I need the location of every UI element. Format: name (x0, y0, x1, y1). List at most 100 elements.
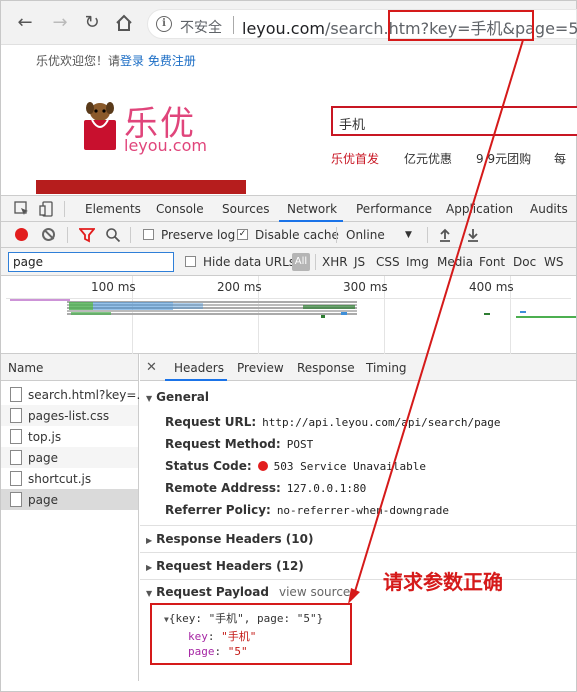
request-list: search.html?key=... pages-list.css top.j… (1, 381, 148, 681)
filter-media[interactable]: Media (437, 255, 473, 269)
tab-elements[interactable]: Elements (85, 202, 141, 216)
preserve-log-checkbox[interactable] (143, 229, 154, 240)
info-icon[interactable]: i (156, 16, 172, 32)
general-row: Remote Address: 127.0.0.1:80 (165, 481, 366, 495)
section-divider (140, 579, 576, 580)
clear-icon[interactable] (42, 228, 55, 241)
file-icon (10, 387, 22, 402)
filter-input[interactable]: page (8, 252, 174, 272)
forward-arrow-icon[interactable]: → (50, 13, 70, 33)
request-name: pages-list.css (28, 409, 110, 423)
general-key: Request URL: (165, 415, 257, 429)
general-key: Referrer Policy: (165, 503, 271, 517)
device-toolbar-icon[interactable] (39, 201, 55, 220)
tab-timing[interactable]: Timing (366, 361, 407, 375)
reload-icon[interactable]: ↻ (82, 13, 102, 33)
toolbar-divider (427, 227, 428, 243)
record-icon[interactable] (15, 228, 28, 241)
general-row: Request URL: http://api.leyou.com/api/sea… (165, 415, 501, 429)
request-row[interactable]: search.html?key=... (1, 384, 148, 405)
file-icon (10, 408, 22, 423)
payload-summary-row[interactable]: ▼{key: "手机", page: "5"} (164, 610, 323, 626)
tab-headers[interactable]: Headers (174, 361, 224, 375)
throttle-select[interactable]: Online (346, 228, 385, 242)
tab-response[interactable]: Response (297, 361, 355, 375)
back-arrow-icon[interactable]: ← (15, 13, 35, 33)
preserve-log-label: Preserve log (161, 228, 236, 242)
tab-network[interactable]: Network (287, 202, 337, 216)
filter-xhr[interactable]: XHR (322, 255, 348, 269)
hot-link-coupon[interactable]: 亿元优惠 (404, 150, 452, 167)
request-row[interactable]: page (1, 447, 138, 468)
general-key: Remote Address: (165, 481, 281, 495)
filter-ws[interactable]: WS (544, 255, 563, 269)
request-name: page (28, 451, 58, 465)
hide-data-urls-checkbox[interactable] (185, 256, 196, 267)
request-payload-title: Request Payload (156, 585, 269, 599)
filter-img[interactable]: Img (406, 255, 429, 269)
request-name: search.html?key=... (28, 388, 148, 402)
request-payload-toggle[interactable]: ▼ Request Payload (146, 585, 269, 599)
filter-js[interactable]: JS (354, 255, 365, 269)
inspect-element-icon[interactable] (14, 201, 30, 220)
toolbar-divider (67, 227, 68, 243)
annotation-label: 请求参数正确 (383, 570, 503, 594)
hot-link-more[interactable]: 每 (554, 150, 566, 167)
payload-row: key: "手机" (188, 630, 257, 643)
register-link[interactable]: 免费注册 (148, 54, 196, 68)
collapsed-triangle-icon: ▶ (146, 536, 153, 545)
tab-console[interactable]: Console (156, 202, 204, 216)
response-headers-toggle[interactable]: ▶ Response Headers (10) (146, 532, 313, 546)
request-row-selected[interactable]: page (1, 489, 138, 510)
timeline-tick-label: 300 ms (343, 280, 388, 294)
category-nav-bar (36, 180, 246, 194)
general-value: http://api.leyou.com/api/search/page (262, 416, 501, 429)
close-icon[interactable]: ✕ (146, 360, 157, 375)
view-source-link[interactable]: view source (279, 585, 350, 599)
filter-css[interactable]: CSS (376, 255, 400, 269)
disable-cache-checkbox[interactable]: ✓ (237, 229, 248, 240)
filter-all-button[interactable]: All (292, 253, 310, 271)
request-list-header[interactable]: Name (1, 354, 139, 381)
home-icon[interactable] (114, 13, 134, 33)
export-har-icon[interactable] (466, 227, 480, 246)
general-value: 127.0.0.1:80 (286, 482, 367, 495)
file-icon (10, 471, 22, 486)
file-icon (10, 429, 22, 444)
general-row: Status Code: 503 Service Unavailable (165, 459, 426, 473)
import-har-icon[interactable] (438, 227, 452, 246)
logo-icon[interactable] (82, 100, 118, 152)
network-overview[interactable]: 100 ms 200 ms 300 ms 400 ms (1, 276, 576, 354)
chevron-down-icon[interactable]: ▼ (405, 230, 412, 240)
login-link[interactable]: 登录 (120, 54, 144, 68)
search-icon[interactable] (105, 227, 121, 246)
devtools-tab-strip: Elements Console Sources Network Perform… (1, 195, 576, 222)
timeline-tick-label: 100 ms (91, 280, 136, 294)
general-section-toggle[interactable]: ▼ General (146, 390, 209, 404)
payload-row: page: "5" (188, 645, 248, 658)
site-search-input[interactable]: 手机 (331, 106, 577, 136)
request-headers-toggle[interactable]: ▶ Request Headers (12) (146, 559, 304, 573)
section-divider (140, 525, 576, 526)
filter-icon[interactable] (78, 227, 96, 246)
request-row[interactable]: top.js (1, 426, 138, 447)
toolbar-divider (130, 227, 131, 243)
hot-link-first[interactable]: 乐优首发 (331, 150, 379, 167)
tab-application[interactable]: Application (446, 202, 513, 216)
toolbar-divider (64, 201, 65, 217)
general-value: POST (286, 438, 314, 451)
hot-link-group[interactable]: 9.9元团购 (476, 150, 531, 167)
request-row[interactable]: pages-list.css (1, 405, 138, 426)
filter-font[interactable]: Font (479, 255, 505, 269)
timeline-tick-label: 400 ms (469, 280, 514, 294)
filter-doc[interactable]: Doc (513, 255, 536, 269)
site-search-value: 手机 (339, 118, 366, 133)
tab-performance[interactable]: Performance (356, 202, 432, 216)
filter-value: page (13, 255, 43, 269)
url-host: leyou.com (242, 19, 325, 38)
tab-audits[interactable]: Audits (530, 202, 568, 216)
request-row[interactable]: shortcut.js (1, 468, 138, 489)
section-divider (140, 552, 576, 553)
tab-sources[interactable]: Sources (222, 202, 269, 216)
tab-preview[interactable]: Preview (237, 361, 284, 375)
